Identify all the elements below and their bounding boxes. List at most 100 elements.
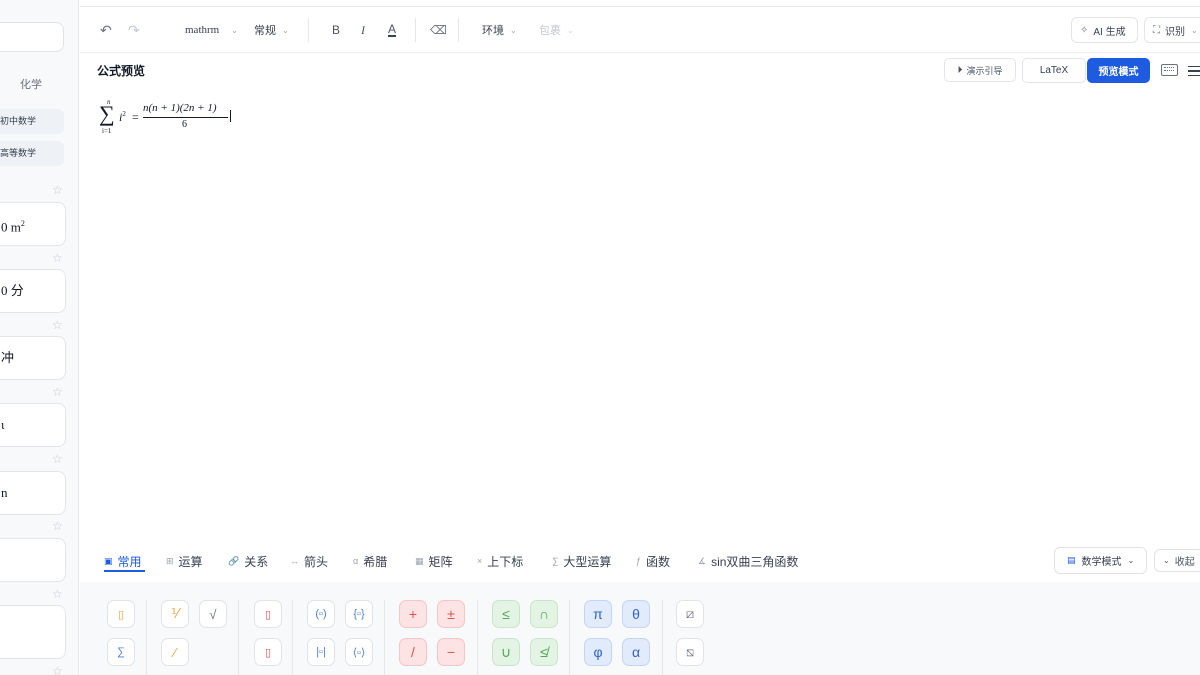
tab-label: 函数 [646, 554, 671, 569]
tab-operations[interactable]: ⊞ 运算 [166, 553, 203, 569]
eraser-icon: ⌫ [430, 23, 447, 37]
active-tab-indicator [104, 570, 145, 572]
subscript-template-button[interactable]: ▯ [254, 638, 282, 666]
union-symbol-button[interactable]: ∪ [492, 638, 520, 666]
calculator-icon: ⊞ [166, 555, 174, 566]
environment-select[interactable]: 环境 ⌄ [482, 7, 517, 53]
ai-generate-button[interactable]: ✧ AI 生成 [1071, 17, 1138, 43]
not-less-equal-symbol-button[interactable]: ≰ [530, 638, 558, 666]
sidebar-search-input[interactable] [0, 22, 64, 52]
ocr-recognize-button[interactable]: ⛶ 识别 ⌄ [1144, 17, 1200, 43]
demo-guide-button[interactable]: ⏵ 演示引导 [944, 58, 1016, 82]
formula-card[interactable]: ι [0, 403, 66, 447]
tab-label: 关系 [244, 554, 269, 569]
favorite-star-icon[interactable]: ☆ [52, 319, 63, 331]
collapse-label: 收起 [1174, 557, 1195, 568]
formula-card[interactable]: 0 分 [0, 269, 66, 313]
environment-label: 环境 [482, 25, 504, 37]
redo-icon: ↷ [128, 21, 140, 38]
latex-mode-button[interactable]: LaTeX [1022, 58, 1086, 83]
fraction-template-button[interactable]: ⅟ [161, 600, 189, 628]
sum-template-button[interactable]: ∑ [107, 638, 135, 666]
divide-slash-symbol-button[interactable]: / [399, 638, 427, 666]
formula-card-text: 冲 [1, 350, 15, 365]
undo-button[interactable]: ↶ [100, 7, 112, 53]
wrap-select[interactable]: 包裹 ⌄ [539, 7, 574, 53]
cancel-template-button[interactable]: ⧄ [676, 600, 704, 628]
keyboard-icon[interactable] [1161, 64, 1178, 76]
tab-common[interactable]: ▣ 常用 [104, 553, 142, 569]
favorite-star-icon[interactable]: ☆ [52, 252, 63, 264]
equals-sign: = [132, 110, 139, 124]
bold-button[interactable]: B [332, 7, 340, 53]
intersection-symbol-button[interactable]: ∩ [530, 600, 558, 628]
sidebar-chip-advanced-math[interactable]: 高等数学 [0, 141, 64, 166]
tab-scripts[interactable]: × 上下标 [477, 553, 523, 569]
slash-fraction-template-button[interactable]: ⁄ [161, 638, 189, 666]
summation-symbol: ∑ [99, 101, 115, 126]
formula-card[interactable]: n [0, 471, 66, 515]
plus-symbol-button[interactable]: + [399, 600, 427, 628]
clear-format-button[interactable]: ⌫ [430, 7, 447, 53]
text-color-button[interactable]: A [388, 7, 397, 53]
preview-mode-button[interactable]: 预览模式 [1087, 58, 1150, 83]
formula-card-text: n [1, 485, 8, 500]
tab-relations[interactable]: 🔗 关系 [228, 553, 268, 569]
favorite-star-icon[interactable]: ☆ [52, 665, 63, 675]
ocr-recognize-label: 识别 [1165, 26, 1185, 38]
sidebar-chip-middle-school-math[interactable]: 初中数学 [0, 109, 64, 134]
ai-generate-label: AI 生成 [1093, 26, 1126, 38]
plus-minus-symbol-button[interactable]: ± [437, 600, 465, 628]
favorite-star-icon[interactable]: ☆ [52, 386, 63, 398]
chevron-down-icon: ⌄ [1191, 25, 1198, 35]
collapse-panel-button[interactable]: ⌄ 收起 [1154, 549, 1200, 572]
tab-arrows[interactable]: ↔ 箭头 [290, 553, 328, 569]
tab-matrix[interactable]: ▦ 矩阵 [415, 553, 453, 569]
tab-greek[interactable]: α 希腊 [353, 553, 387, 569]
root-template-button[interactable]: √ [199, 600, 227, 628]
formula-card[interactable] [0, 538, 66, 582]
pi-symbol-button[interactable]: π [584, 600, 612, 628]
favorite-star-icon[interactable]: ☆ [52, 520, 63, 532]
abs-template-button[interactable]: |▫| [307, 638, 335, 666]
formula-card[interactable] [0, 605, 66, 659]
tab-functions[interactable]: ƒ 函数 [636, 553, 670, 569]
font-family-value: mathrm [185, 24, 220, 36]
favorite-star-icon[interactable]: ☆ [52, 184, 63, 196]
angle-icon: ∡ [698, 555, 707, 566]
theta-symbol-button[interactable]: θ [622, 600, 650, 628]
formula-card[interactable]: 0 m2 [0, 202, 66, 246]
formula-preview[interactable]: n ∑ i=1 i2 = n(n + 1)(2n + 1) 6 [99, 98, 239, 140]
chevron-down-icon: ⌄ [510, 25, 517, 35]
formula-library-sidebar: 化学 初中数学 高等数学 ☆ 0 m2 ☆ 0 分 ☆ 冲 ☆ ι ☆ n ☆ … [0, 0, 79, 675]
formula-card[interactable]: 冲 [0, 336, 66, 380]
less-equal-symbol-button[interactable]: ≤ [492, 600, 520, 628]
formula-card-text: 0 m [1, 219, 21, 235]
palette-divider [238, 600, 239, 675]
italic-button[interactable]: I [361, 7, 365, 53]
menu-icon[interactable] [1188, 66, 1200, 76]
demo-guide-label: 演示引导 [966, 65, 1003, 76]
superscript-template-button[interactable]: ▯ [254, 600, 282, 628]
preview-title: 公式预览 [97, 64, 146, 78]
palette-divider [477, 600, 478, 675]
paren-template-button[interactable]: (▫) [307, 600, 335, 628]
back-cancel-template-button[interactable]: ⧅ [676, 638, 704, 666]
phi-symbol-button[interactable]: φ [584, 638, 612, 666]
math-mode-select[interactable]: ▤ 数学模式 ⌄ [1054, 547, 1147, 574]
minus-symbol-button[interactable]: − [437, 638, 465, 666]
font-family-select[interactable]: mathrm ⌄ [185, 7, 238, 53]
brace-template-button[interactable]: {▫} [345, 600, 373, 628]
angle-bracket-template-button[interactable]: ⟨▫⟩ [345, 638, 373, 666]
tab-large-operators[interactable]: ∑ 大型运算 [552, 553, 611, 569]
stack-template-button[interactable]: ▯ [107, 600, 135, 628]
alpha-symbol-button[interactable]: α [622, 638, 650, 666]
favorite-star-icon[interactable]: ☆ [52, 588, 63, 600]
palette-divider [146, 600, 147, 675]
toolbar-divider [458, 18, 459, 42]
sidebar-tab-chemistry[interactable]: 化学 [20, 76, 42, 92]
font-style-select[interactable]: 常规 ⌄ [254, 7, 289, 53]
redo-button[interactable]: ↷ [128, 7, 140, 53]
tab-hyperbolic-trig[interactable]: ∡ sin双曲三角函数 [698, 553, 798, 569]
favorite-star-icon[interactable]: ☆ [52, 453, 63, 465]
